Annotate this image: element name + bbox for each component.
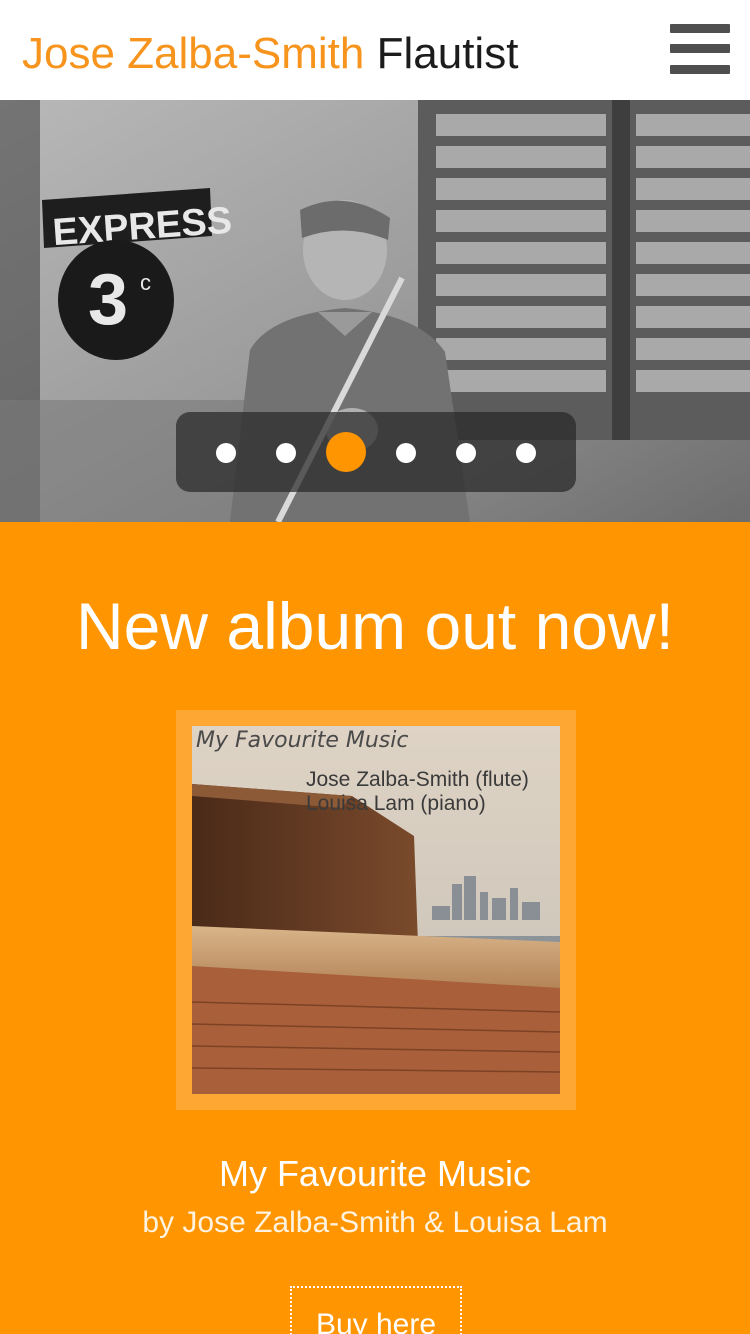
carousel-dot[interactable] [396,443,416,463]
album-cover: My Favourite Music Jose Zalba-Smith (flu… [192,726,560,1094]
album-title: My Favourite Music [218,1153,532,1194]
site-title-name: Jose Zalba-Smith [22,29,365,78]
carousel-dot-active[interactable] [326,432,366,472]
buy-button[interactable]: Buy here [290,1286,462,1334]
section-heading: New album out now! [76,589,674,663]
album-cover-credit-flute: Jose Zalba-Smith (flute) [306,768,529,791]
svg-text:3: 3 [88,260,128,340]
album-cover-title: My Favourite Music [196,728,409,753]
album-cover-frame[interactable]: My Favourite Music Jose Zalba-Smith (flu… [176,710,576,1110]
hero-slideshow: EXPRESS 3 c [0,100,750,522]
site-header: Jose Zalba-Smith Flautist [0,0,750,100]
carousel-dot[interactable] [216,443,236,463]
site-title[interactable]: Jose Zalba-Smith Flautist [22,28,518,80]
carousel-dot[interactable] [456,443,476,463]
album-cover-credit-piano: Louisa Lam (piano) [306,792,486,815]
hamburger-menu-icon[interactable] [668,22,730,76]
carousel-dots [176,412,576,492]
svg-text:c: c [140,270,151,295]
album-artists: by Jose Zalba-Smith & Louisa Lam [142,1206,608,1239]
carousel-dot[interactable] [516,443,536,463]
carousel-dot[interactable] [276,443,296,463]
site-title-role: Flautist [376,29,519,78]
